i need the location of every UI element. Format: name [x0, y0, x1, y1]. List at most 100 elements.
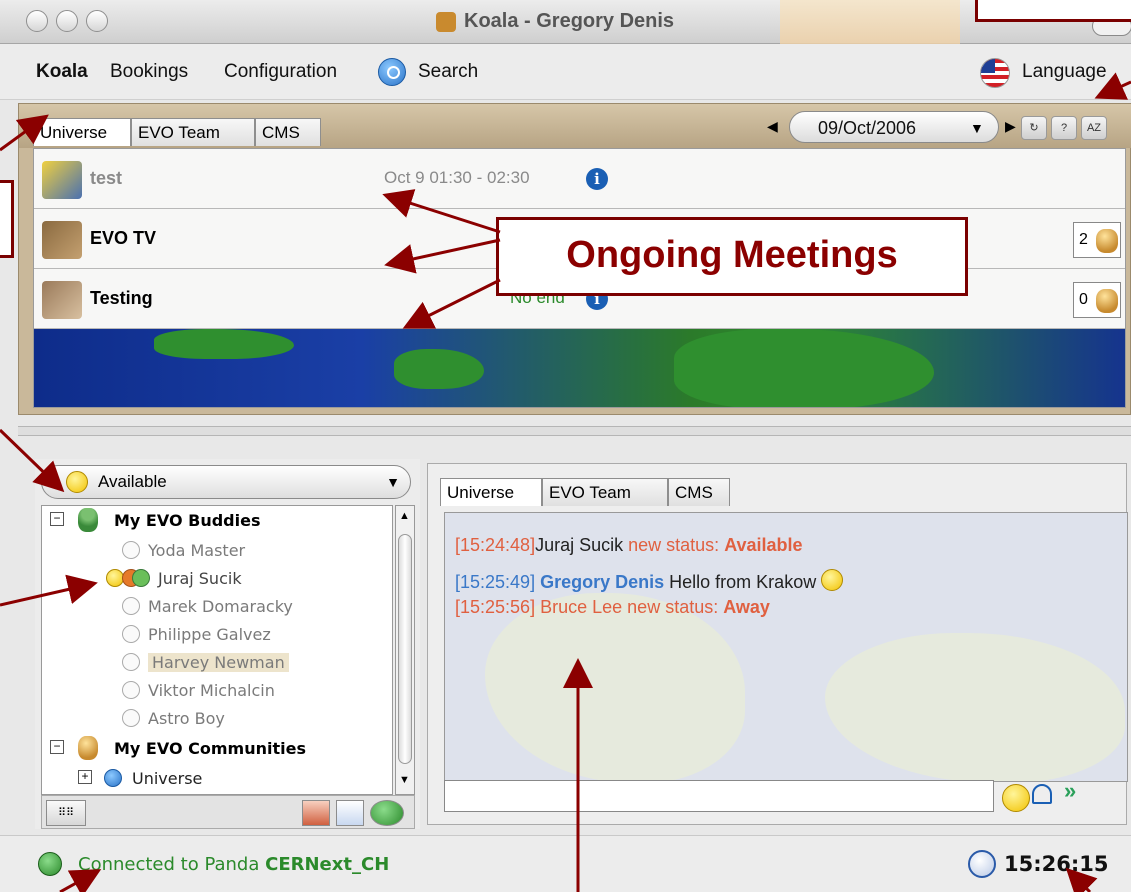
sort-button[interactable]: AZ [1081, 116, 1107, 140]
title-highlight [780, 0, 960, 44]
minimize-window-button[interactable] [56, 10, 78, 32]
info-icon[interactable]: i [586, 168, 608, 190]
menu-configuration[interactable]: Configuration [224, 61, 337, 83]
offline-user-icon [122, 681, 140, 699]
audio-icon [132, 569, 150, 587]
community-group-icon [78, 736, 98, 760]
group-label: My EVO Buddies [114, 511, 261, 530]
panel-splitter[interactable] [18, 426, 1131, 436]
search-icon[interactable] [378, 58, 406, 86]
chat-message: [15:25:49] Gregory Denis Hello from Krak… [455, 569, 844, 593]
koala-icon [1096, 229, 1118, 253]
chat-input[interactable] [444, 780, 994, 812]
chat-tab-universe[interactable]: Universe [440, 478, 542, 506]
chevron-down-icon[interactable]: ▼ [386, 474, 400, 490]
app-window: Koala - Gregory Denis Koala Bookings Con… [0, 0, 1131, 892]
collapse-icon[interactable]: − [50, 512, 64, 526]
buddy-name: Yoda Master [148, 541, 246, 560]
world-map-background [34, 329, 1125, 407]
offline-user-icon [122, 597, 140, 615]
clock-time: 15:26:15 [1004, 852, 1109, 876]
refresh-icon[interactable]: ↻ [1021, 116, 1047, 140]
buddy-name: Marek Domaracky [148, 597, 293, 616]
menu-bookings[interactable]: Bookings [110, 61, 188, 83]
koala-icon [1096, 289, 1118, 313]
meeting-icon [42, 161, 82, 199]
status-bar: Connected to Panda CERNext_CH 15:26:15 [0, 835, 1131, 892]
chat-tab-evo-team[interactable]: EVO Team [542, 478, 668, 506]
tab-universe[interactable]: Universe [33, 118, 131, 146]
meeting-time: Oct 9 01:30 - 02:30 [384, 168, 530, 187]
scroll-down-icon[interactable]: ▼ [399, 774, 410, 786]
meetings-tabbar: Universe EVO Team CMS ◀ 09/Oct/2006 ▼ ▶ … [19, 104, 1131, 148]
collapse-icon[interactable]: − [50, 740, 64, 754]
buddy-scrollbar[interactable]: ▲ ▼ [395, 505, 415, 795]
previous-date-button[interactable]: ◀ [767, 118, 778, 135]
add-user-icon[interactable] [302, 800, 330, 826]
ongoing-meetings-callout: Ongoing Meetings [496, 217, 968, 296]
scroll-up-icon[interactable]: ▲ [399, 510, 410, 522]
buddy-name: Philippe Galvez [148, 625, 271, 644]
send-icon[interactable]: » [1064, 778, 1092, 806]
group-label: My EVO Communities [114, 739, 306, 758]
annotation-box-top [975, 0, 1131, 22]
chat-message: [15:24:48]Juraj Sucik new status: Availa… [455, 535, 803, 555]
chat-message: [15:25:56] Bruce Lee new status: Away [455, 597, 770, 617]
next-date-button[interactable]: ▶ [1005, 118, 1016, 135]
chevron-down-icon[interactable]: ▼ [970, 120, 984, 136]
buddy-tree: − My EVO Buddies Yoda Master Juraj Sucik… [41, 505, 393, 795]
buddy-name: Viktor Michalcin [148, 681, 275, 700]
wink-icon [821, 569, 844, 591]
help-icon[interactable]: ? [1051, 116, 1077, 140]
tv-icon [42, 221, 82, 259]
people-icon[interactable]: ⠿⠿ [46, 800, 86, 826]
offline-user-icon [122, 709, 140, 727]
meeting-icon [42, 281, 82, 319]
tab-cms[interactable]: CMS [255, 118, 321, 146]
list-item[interactable]: Harvey Newman [42, 648, 289, 676]
scroll-thumb[interactable] [398, 534, 412, 764]
meeting-name: Testing [90, 288, 153, 308]
meeting-name: EVO TV [90, 228, 157, 248]
buddy-name: Juraj Sucik [158, 569, 242, 588]
tab-evo-team[interactable]: EVO Team [131, 118, 255, 146]
close-window-button[interactable] [26, 10, 48, 32]
buddy-panel: Available ▼ − My EVO Buddies Yoda Master… [35, 459, 420, 829]
buddy-group-icon [78, 508, 98, 532]
participant-count: 0 [1073, 282, 1121, 318]
expand-icon[interactable]: + [78, 770, 92, 784]
window-title: Koala - Gregory Denis [464, 10, 675, 32]
connection-status: Connected to Panda CERNext_CH [78, 854, 390, 875]
connection-status-icon [38, 852, 62, 876]
meeting-row[interactable]: test Oct 9 01:30 - 02:30 i [34, 149, 1125, 209]
chat-tabbar: Universe EVO Team CMS [428, 464, 1128, 510]
chat-panel: Universe EVO Team CMS [15:24:48]Juraj Su… [427, 463, 1128, 825]
buddy-panel-footer: ⠿⠿ [41, 795, 415, 829]
date-value: 09/Oct/2006 [818, 118, 917, 138]
bell-icon[interactable] [1032, 784, 1052, 804]
community-name: Universe [132, 769, 203, 788]
date-selector[interactable]: 09/Oct/2006 ▼ [789, 111, 999, 143]
clock-icon [968, 850, 996, 878]
zoom-window-button[interactable] [86, 10, 108, 32]
chat-log: [15:24:48]Juraj Sucik new status: Availa… [444, 512, 1128, 782]
status-value: Available [98, 472, 167, 491]
callout-label: Ongoing Meetings [566, 234, 898, 276]
smile-icon [66, 471, 88, 493]
koala-app-icon [436, 12, 456, 32]
offline-user-icon [122, 625, 140, 643]
menu-search[interactable]: Search [418, 61, 478, 83]
menu-koala[interactable]: Koala [36, 61, 88, 83]
offline-user-icon [122, 653, 140, 671]
participant-count-value: 0 [1079, 291, 1088, 308]
offline-user-icon [122, 541, 140, 559]
notes-icon[interactable] [336, 800, 364, 826]
participant-count-value: 2 [1079, 231, 1088, 248]
flag-icon[interactable] [980, 58, 1010, 88]
smile-icon[interactable] [1002, 784, 1030, 812]
chat-tab-cms[interactable]: CMS [668, 478, 730, 506]
menu-language[interactable]: Language [1022, 61, 1107, 83]
chat-icon[interactable] [370, 800, 404, 826]
participant-count: 2 [1073, 222, 1121, 258]
status-select[interactable]: Available ▼ [41, 465, 411, 499]
